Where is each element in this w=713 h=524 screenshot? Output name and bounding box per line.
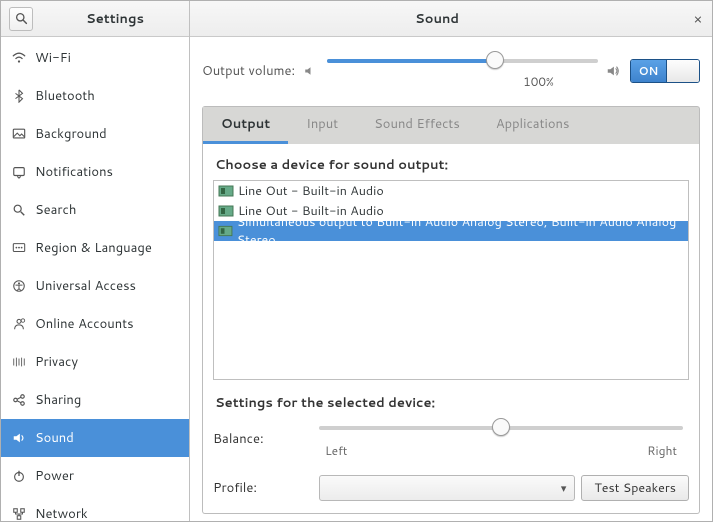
bluetooth-icon <box>11 88 27 104</box>
sidebar-item-background[interactable]: Background <box>1 115 189 153</box>
online-accounts-icon <box>11 316 27 332</box>
sidebar-item-label: Sharing <box>35 391 81 409</box>
background-icon <box>11 126 27 142</box>
sidebar-title: Settings <box>41 10 189 28</box>
sidebar-item-power[interactable]: Power <box>1 457 189 495</box>
sidebar-item-label: Network <box>35 505 88 521</box>
privacy-icon <box>11 354 27 370</box>
tab-sound-effects[interactable]: Sound Effects <box>356 107 478 144</box>
output-mute-toggle[interactable]: ON <box>630 59 700 83</box>
soundcard-icon <box>218 203 234 219</box>
sidebar-item-sound[interactable]: Sound <box>1 419 189 457</box>
sidebar-item-region[interactable]: Region & Language <box>1 229 189 267</box>
wifi-icon <box>11 50 27 66</box>
tab-output[interactable]: Output <box>203 107 288 144</box>
sound-icon <box>11 430 27 446</box>
close-icon: × <box>694 9 703 29</box>
search-icon <box>11 202 27 218</box>
soundcard-icon <box>218 183 234 199</box>
profile-label: Profile: <box>213 479 313 497</box>
balance-label: Balance: <box>213 430 313 448</box>
sound-pane: Output volume: 100% ON Output <box>190 37 712 524</box>
content-titlebar: Sound × <box>190 1 712 37</box>
sidebar-item-network[interactable]: Network <box>1 495 189 521</box>
device-item[interactable]: Line Out - Built-in Audio <box>214 181 688 201</box>
output-device-list[interactable]: Line Out - Built-in Audio Line Out - Bui… <box>213 180 689 380</box>
output-volume-label: Output volume: <box>202 62 295 80</box>
sidebar-item-universal-access[interactable]: Universal Access <box>1 267 189 305</box>
tab-input[interactable]: Input <box>288 107 356 144</box>
sidebar-item-online-accounts[interactable]: Online Accounts <box>1 305 189 343</box>
sidebar-item-label: Universal Access <box>35 277 136 295</box>
sidebar-item-label: Wi-Fi <box>35 49 71 67</box>
sidebar-item-label: Region & Language <box>35 239 152 257</box>
sidebar-item-sharing[interactable]: Sharing <box>1 381 189 419</box>
profile-row: Profile: Test Speakers <box>213 475 689 501</box>
device-label: Simultaneous output to Built-in Audio An… <box>237 213 684 249</box>
output-tab-body: Choose a device for sound output: Line O… <box>202 144 700 514</box>
close-button[interactable]: × <box>684 1 712 37</box>
device-label: Line Out - Built-in Audio <box>238 182 384 200</box>
sidebar-item-search[interactable]: Search <box>1 191 189 229</box>
notifications-icon <box>11 164 27 180</box>
sidebar-item-label: Privacy <box>35 353 78 371</box>
sidebar-item-notifications[interactable]: Notifications <box>1 153 189 191</box>
sidebar-item-label: Sound <box>35 429 74 447</box>
soundcard-icon <box>218 223 233 239</box>
sidebar-item-label: Bluetooth <box>35 87 95 105</box>
sidebar-item-bluetooth[interactable]: Bluetooth <box>1 77 189 115</box>
device-settings-label: Settings for the selected device: <box>215 394 689 412</box>
sidebar: Settings Wi-Fi Bluetooth Background Noti… <box>1 1 190 521</box>
balance-slider[interactable] <box>319 418 683 438</box>
region-icon <box>11 240 27 256</box>
sidebar-item-label: Online Accounts <box>35 315 134 333</box>
power-icon <box>11 468 27 484</box>
search-button[interactable] <box>9 7 33 31</box>
sharing-icon <box>11 392 27 408</box>
device-item[interactable]: Simultaneous output to Built-in Audio An… <box>214 221 688 241</box>
volume-high-icon <box>606 64 622 78</box>
settings-window: Settings Wi-Fi Bluetooth Background Noti… <box>0 0 713 522</box>
search-icon <box>15 12 28 25</box>
balance-row: Balance: Left Right <box>213 418 689 459</box>
tab-applications[interactable]: Applications <box>478 107 588 144</box>
sidebar-item-privacy[interactable]: Privacy <box>1 343 189 381</box>
sidebar-list[interactable]: Wi-Fi Bluetooth Background Notifications… <box>1 37 189 521</box>
sidebar-item-wifi[interactable]: Wi-Fi <box>1 39 189 77</box>
balance-right-label: Right <box>647 442 677 459</box>
volume-percent-label: 100% <box>479 73 598 90</box>
sidebar-item-label: Power <box>35 467 74 485</box>
output-volume-slider[interactable] <box>327 51 598 71</box>
network-icon <box>11 506 27 521</box>
volume-low-icon <box>303 65 319 77</box>
sidebar-item-label: Background <box>35 125 107 143</box>
choose-device-label: Choose a device for sound output: <box>215 156 689 174</box>
sidebar-item-label: Search <box>35 201 76 219</box>
profile-combo[interactable] <box>319 475 575 501</box>
sidebar-item-label: Notifications <box>35 163 113 181</box>
sound-tabs: Output Input Sound Effects Applications <box>202 106 700 144</box>
sidebar-titlebar: Settings <box>1 1 189 37</box>
page-title: Sound <box>190 10 684 28</box>
test-speakers-button[interactable]: Test Speakers <box>581 475 689 501</box>
toggle-on-label: ON <box>631 60 667 82</box>
content-pane: Sound × Output volume: 100% ON <box>190 1 712 521</box>
toggle-knob <box>667 60 699 82</box>
universal-access-icon <box>11 278 27 294</box>
output-volume-row: Output volume: 100% ON <box>202 51 700 90</box>
balance-left-label: Left <box>325 442 347 459</box>
